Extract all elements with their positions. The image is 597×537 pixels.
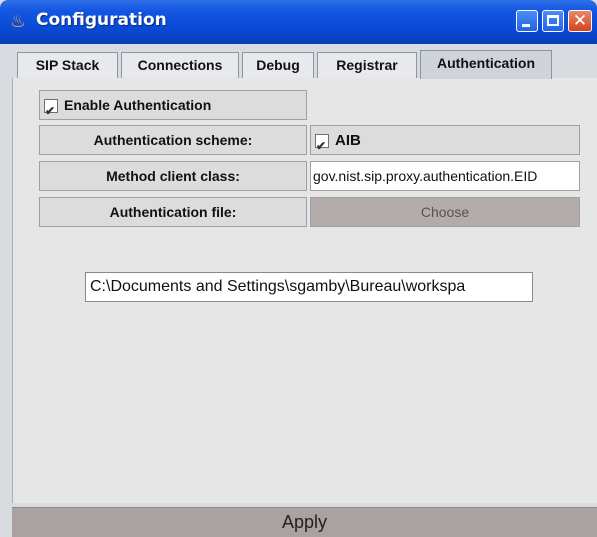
aib-label: AIB: [335, 132, 361, 149]
maximize-icon: [547, 15, 559, 26]
maximize-button[interactable]: [542, 10, 564, 32]
aib-checkbox[interactable]: ✔ AIB: [310, 125, 580, 155]
method-client-class-label: Method client class:: [39, 161, 307, 191]
java-cup-icon: ♨: [9, 11, 27, 32]
apply-button[interactable]: Apply: [12, 507, 597, 537]
authentication-file-path-field[interactable]: C:\Documents and Settings\sgamby\Bureau\…: [85, 272, 533, 302]
close-icon: ✕: [572, 11, 588, 31]
close-button[interactable]: ✕: [568, 10, 592, 32]
method-client-class-input[interactable]: gov.nist.sip.proxy.authentication.EID: [310, 161, 580, 191]
authentication-scheme-label: Authentication scheme:: [39, 125, 307, 155]
choose-button[interactable]: Choose: [310, 197, 580, 227]
authentication-file-label: Authentication file:: [39, 197, 307, 227]
tab-sip-stack[interactable]: SIP Stack: [17, 52, 118, 78]
authentication-panel: ✔ Enable Authentication Authentication sc…: [12, 78, 597, 503]
minimize-icon: [522, 24, 530, 27]
aib-check-icon: ✔: [315, 134, 329, 153]
tab-debug[interactable]: Debug: [242, 52, 314, 78]
title-bar[interactable]: ♨ Configuration ✕: [0, 0, 597, 44]
configuration-window: ♨ Configuration ✕ SIP Stack Connections …: [0, 0, 597, 537]
window-title: Configuration: [36, 10, 167, 30]
tab-registrar[interactable]: Registrar: [317, 52, 417, 78]
tab-authentication[interactable]: Authentication: [420, 50, 552, 79]
enable-authentication-label: Enable Authentication: [64, 97, 212, 113]
minimize-button[interactable]: [516, 10, 538, 32]
enable-authentication-checkbox[interactable]: ✔ Enable Authentication: [39, 90, 307, 120]
enable-authentication-check-icon: ✔: [44, 99, 58, 118]
window-left-border: [0, 78, 12, 537]
tab-connections[interactable]: Connections: [121, 52, 239, 78]
